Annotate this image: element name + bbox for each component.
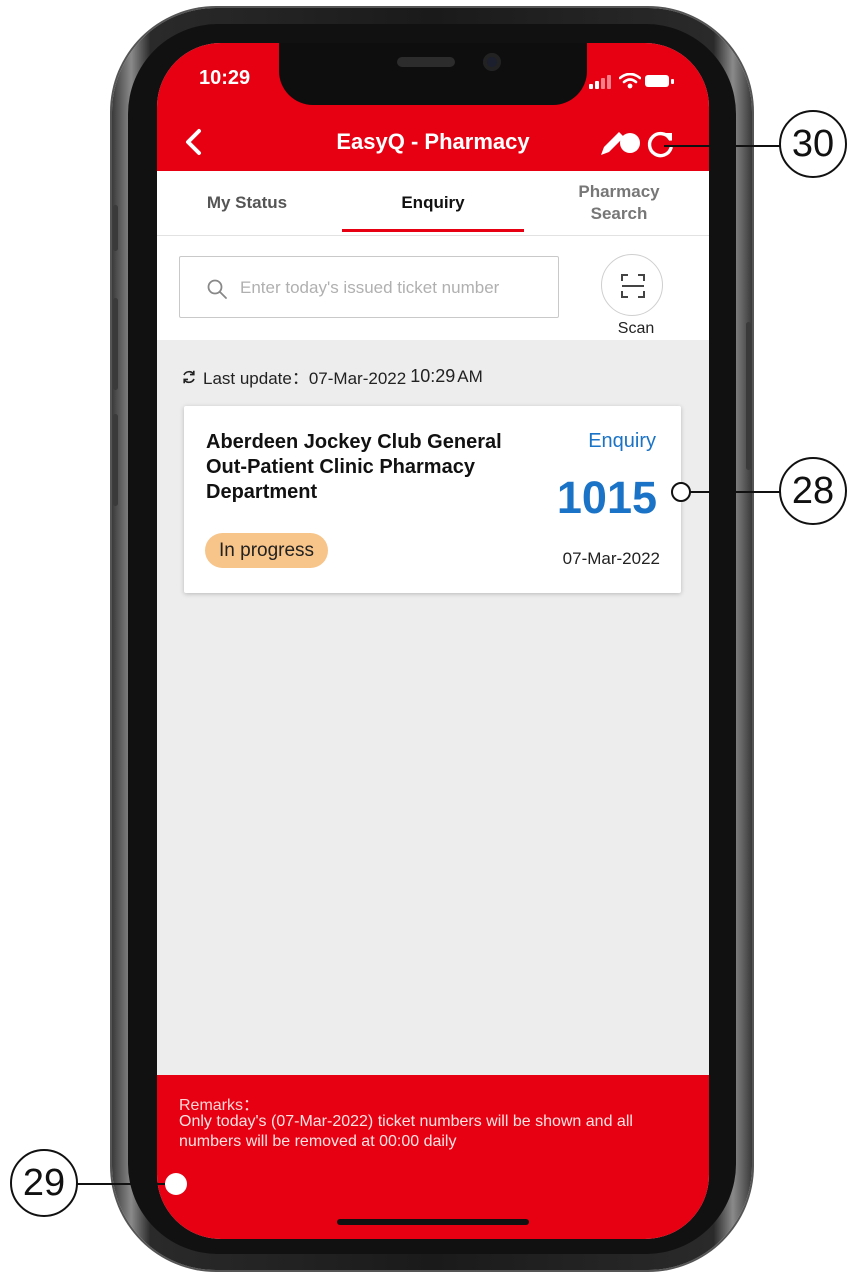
status-icons xyxy=(589,73,681,89)
speaker-grille xyxy=(397,57,455,67)
remarks-text: Only today's (07-Mar-2022) ticket number… xyxy=(179,1113,633,1150)
refresh-icon[interactable] xyxy=(645,129,677,159)
back-arrow-icon[interactable] xyxy=(179,127,209,157)
search-box[interactable] xyxy=(179,256,559,318)
sync-icon xyxy=(183,370,195,383)
signal-bar xyxy=(601,78,605,89)
scan-label: Scan xyxy=(617,320,655,337)
signal-bar xyxy=(589,84,593,89)
callout-30-line xyxy=(664,145,782,147)
front-camera xyxy=(483,53,501,71)
search-section: Scan xyxy=(157,236,709,340)
mute-switch xyxy=(113,205,118,251)
volume-up-button xyxy=(113,298,118,390)
last-update-label: Last update：07-Mar-2022 xyxy=(203,369,407,388)
app-header: 10:29 EasyQ - Pharmacy xyxy=(157,43,709,171)
battery-icon xyxy=(645,75,669,87)
volume-down-button xyxy=(113,414,118,506)
notch xyxy=(279,43,587,105)
tab-pharmacy-search-label: Pharmacy Search xyxy=(578,182,660,223)
clinic-name: Aberdeen Jockey Club General Out-Patient… xyxy=(206,431,502,503)
ticket-type-label: Enquiry xyxy=(588,430,656,452)
status-time: 10:29 xyxy=(199,67,251,89)
last-update-ampm: AM xyxy=(457,366,483,386)
page-title: EasyQ - Pharmacy xyxy=(336,129,530,154)
signal-bar xyxy=(595,81,599,89)
callout-28-anchor xyxy=(671,482,691,502)
tab-bar: My Status Enquiry Pharmacy Search xyxy=(157,171,709,236)
battery-cap xyxy=(671,79,674,84)
scan-button[interactable] xyxy=(601,254,663,316)
callout-30: 30 xyxy=(779,110,847,178)
app-screen: 10:29 EasyQ - Pharmacy My Status Enquiry… xyxy=(157,43,709,1239)
search-icon xyxy=(207,279,227,299)
last-update: Last update：07-Mar-2022 10:29 AM xyxy=(181,364,483,389)
callout-29-line xyxy=(76,1183,176,1185)
callout-29-anchor xyxy=(165,1173,187,1195)
callout-28: 28 xyxy=(779,457,847,525)
active-tab-indicator xyxy=(342,229,524,232)
ticket-card[interactable]: Aberdeen Jockey Club General Out-Patient… xyxy=(184,406,681,593)
callout-29: 29 xyxy=(10,1149,78,1217)
tab-my-status[interactable]: My Status xyxy=(157,171,337,235)
callout-28-line xyxy=(690,491,782,493)
scan-icon xyxy=(621,274,645,298)
ticket-number: 1015 xyxy=(556,472,657,523)
tab-pharmacy-search[interactable]: Pharmacy Search xyxy=(529,171,709,235)
status-badge: In progress xyxy=(205,533,329,568)
ticket-number-input[interactable] xyxy=(238,271,556,305)
edit-icon[interactable] xyxy=(597,127,645,159)
home-indicator[interactable] xyxy=(337,1219,529,1225)
tab-enquiry[interactable]: Enquiry xyxy=(341,171,525,235)
wifi-icon xyxy=(619,73,641,89)
remarks-footer: Remarks： Only today's (07-Mar-2022) tick… xyxy=(157,1075,709,1239)
signal-bar xyxy=(607,75,611,89)
power-button xyxy=(746,322,751,470)
ticket-date: 07-Mar-2022 xyxy=(562,549,660,568)
last-update-time: 10:29 xyxy=(410,366,456,386)
